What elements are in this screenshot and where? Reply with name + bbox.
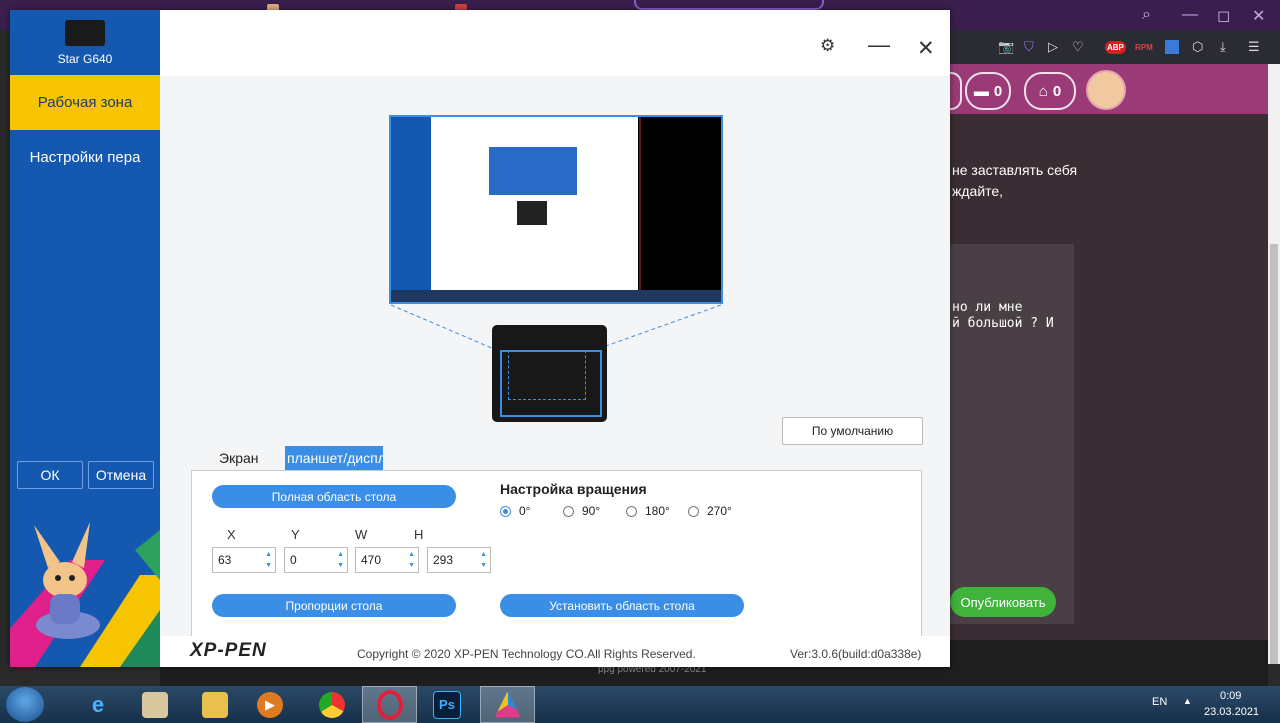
publish-button[interactable]: Опубликовать: [950, 587, 1056, 617]
preview-tablet: [517, 201, 547, 225]
download-icon[interactable]: ⤓: [1220, 39, 1226, 55]
increment-icon[interactable]: ▲: [337, 551, 344, 559]
language-indicator[interactable]: EN: [1152, 696, 1167, 708]
browser-toolbar: 📷 ⛉ ▷ ♡ ABP RPM ⬡ ⤓ ☰: [950, 30, 1280, 64]
scrollbar-thumb[interactable]: [1270, 244, 1278, 664]
minimize-icon[interactable]: —: [868, 32, 890, 58]
page-scrollbar[interactable]: [1268, 64, 1280, 664]
gear-icon[interactable]: ⚙: [820, 36, 835, 56]
start-button[interactable]: [6, 687, 44, 722]
taskbar: e ▶ Ps EN ▲ 0:09 23.03.2021: [0, 686, 1280, 723]
avatar[interactable]: [1086, 70, 1126, 110]
rotation-0-radio[interactable]: 0°: [500, 504, 530, 518]
post-text: не заставлять себя: [952, 162, 1078, 178]
mascot-fox-illustration: [10, 522, 160, 667]
rotation-90-radio[interactable]: 90°: [563, 504, 600, 518]
comment-text: й большой ? И: [952, 316, 1054, 331]
messages-icon: ⌂: [1038, 82, 1048, 100]
preview-window: [431, 117, 638, 290]
preview-desktop: [489, 147, 577, 195]
explorer-icon[interactable]: [190, 686, 240, 723]
heart-icon[interactable]: ♡: [1072, 39, 1084, 55]
messages-counter[interactable]: ⌂ 0: [1024, 72, 1076, 110]
close-icon[interactable]: ✕: [1252, 6, 1265, 26]
decrement-icon[interactable]: ▼: [480, 562, 487, 570]
close-icon[interactable]: ✕: [917, 36, 935, 61]
active-tab[interactable]: [634, 0, 824, 10]
chat-icon: ▬: [973, 82, 989, 100]
sidebar-item-pen-settings[interactable]: Настройки пера: [10, 130, 160, 185]
y-label: Y: [291, 527, 300, 542]
version-text: Ver:3.0.6(build:d0a338e): [790, 647, 922, 661]
proportions-button[interactable]: Пропорции стола: [212, 594, 456, 617]
send-icon[interactable]: ▷: [1048, 39, 1058, 55]
rotation-title: Настройка вращения: [500, 481, 647, 497]
preview-sidebar: [391, 117, 431, 290]
tablet-mapped-area: [508, 350, 586, 400]
shield-icon[interactable]: ⛉: [1024, 39, 1034, 55]
chrome-icon[interactable]: [307, 686, 357, 723]
increment-icon[interactable]: ▲: [265, 551, 272, 559]
paint-icon[interactable]: [130, 686, 180, 723]
increment-icon[interactable]: ▲: [480, 551, 487, 559]
sidebar: Star G640 Рабочая зона Настройки пера ОК…: [10, 10, 160, 667]
restore-icon[interactable]: ◻: [1217, 6, 1230, 26]
copyright-text: Copyright © 2020 XP-PEN Technology CO.Al…: [357, 647, 696, 661]
cancel-button[interactable]: Отмена: [88, 461, 154, 489]
camera-icon[interactable]: 📷: [998, 39, 1014, 55]
app-footer: XP-PEN Copyright © 2020 XP-PEN Technolog…: [160, 636, 950, 667]
post-text: ждайте,: [952, 183, 1004, 199]
rotation-270-radio[interactable]: 270°: [688, 504, 732, 518]
menu-icon[interactable]: ☰: [1248, 39, 1260, 55]
device-name: Star G640: [57, 52, 113, 66]
comment-text: но ли мне: [952, 300, 1023, 315]
tablet-device-icon: [65, 20, 105, 46]
xp-pen-window: Star G640 Рабочая зона Настройки пера ОК…: [10, 10, 950, 667]
media-player-icon[interactable]: ▶: [245, 686, 295, 723]
screen-mapping-preview: [389, 115, 723, 304]
w-stepper[interactable]: 470 ▲ ▼: [355, 547, 419, 573]
xp-pen-icon[interactable]: [480, 686, 535, 723]
rpm-icon[interactable]: RPM: [1135, 43, 1153, 52]
tray-expand-icon[interactable]: ▲: [1183, 696, 1192, 706]
ok-button[interactable]: ОК: [17, 461, 83, 489]
translate-icon[interactable]: [1165, 40, 1179, 54]
cube-icon[interactable]: ⬡: [1192, 39, 1203, 55]
x-label: X: [227, 527, 236, 542]
set-area-button[interactable]: Установить область стола: [500, 594, 744, 617]
rotation-180-radio[interactable]: 180°: [626, 504, 670, 518]
opera-icon[interactable]: [362, 686, 417, 723]
tab-tablet-display[interactable]: планшет/дисплей: [285, 446, 383, 470]
minimize-icon[interactable]: —: [1182, 6, 1198, 24]
chat-counter[interactable]: ▬ 0: [965, 72, 1011, 110]
decrement-icon[interactable]: ▼: [337, 562, 344, 570]
clock-date[interactable]: 23.03.2021: [1204, 706, 1259, 718]
sidebar-item-work-area[interactable]: Рабочая зона: [10, 75, 160, 130]
preview-divider: [639, 117, 641, 290]
photoshop-icon[interactable]: Ps: [422, 686, 472, 723]
increment-icon[interactable]: ▲: [408, 551, 415, 559]
adblock-icon[interactable]: ABP: [1105, 41, 1126, 54]
clock-time[interactable]: 0:09: [1220, 690, 1241, 702]
tab-screen[interactable]: Экран: [219, 446, 259, 470]
default-button[interactable]: По умолчанию: [782, 417, 923, 445]
h-label: H: [414, 527, 424, 542]
decrement-icon[interactable]: ▼: [408, 562, 415, 570]
xp-pen-logo: XP-PEN: [190, 640, 267, 661]
x-stepper[interactable]: 63 ▲ ▼: [212, 547, 276, 573]
search-icon[interactable]: ⌕: [1142, 6, 1151, 24]
h-stepper[interactable]: 293 ▲ ▼: [427, 547, 491, 573]
w-label: W: [355, 527, 368, 542]
full-area-button[interactable]: Полная область стола: [212, 485, 456, 508]
decrement-icon[interactable]: ▼: [265, 562, 272, 570]
ie-icon[interactable]: e: [73, 686, 123, 723]
y-stepper[interactable]: 0 ▲ ▼: [284, 547, 348, 573]
